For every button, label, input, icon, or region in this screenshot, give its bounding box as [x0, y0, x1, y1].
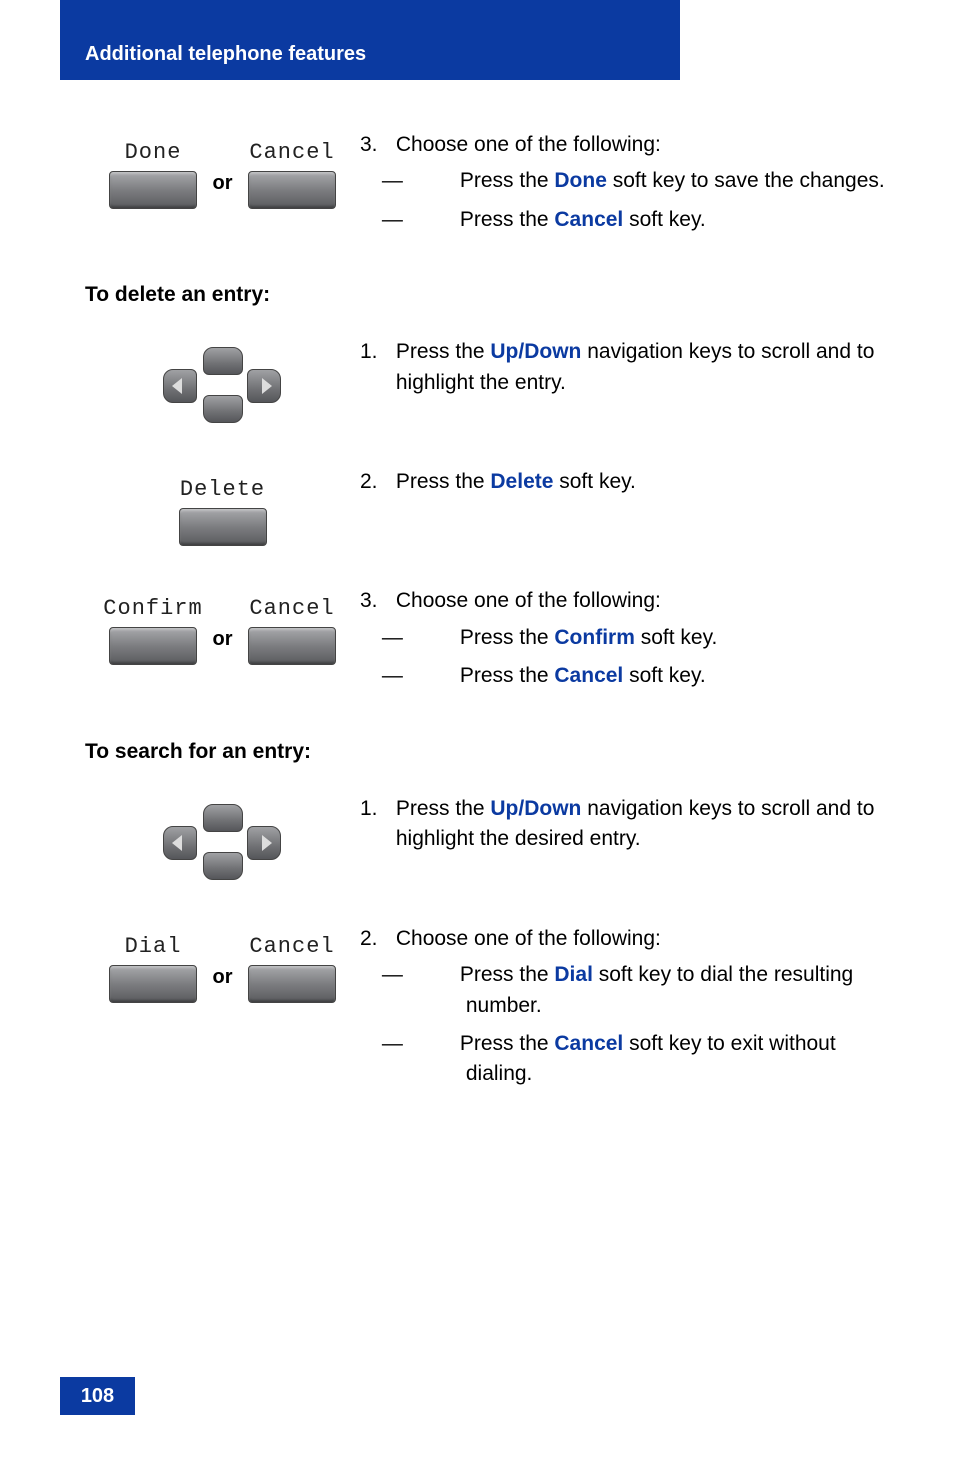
or-label: or [213, 948, 233, 989]
nav-up-icon [203, 347, 243, 375]
step-text: 1. Press the Up/Down navigation keys to … [360, 794, 885, 855]
content-area: Done or Cancel 3. Choose one of the foll… [85, 130, 885, 1138]
step-number: 2. [360, 924, 390, 954]
header-bar: Additional telephone features [60, 0, 680, 80]
nav-keys-icon [163, 347, 283, 427]
sub-item: —Press the Cancel soft key. [424, 205, 885, 235]
highlight-cancel: Cancel [554, 1032, 623, 1055]
cancel-softkey-button-icon [248, 627, 336, 665]
cancel-softkey-label: Cancel [249, 140, 334, 165]
step-row: 1. Press the Up/Down navigation keys to … [85, 794, 885, 884]
step-body: Choose one of the following: —Press the … [396, 130, 885, 243]
nav-up-icon [203, 804, 243, 832]
left-graphic: Dial or Cancel [85, 924, 360, 1003]
step-number: 2. [360, 467, 390, 497]
manual-page: Additional telephone features Done or Ca… [0, 0, 954, 1475]
highlight-done: Done [554, 169, 607, 192]
delete-softkey-label: Delete [180, 477, 265, 502]
section-title-search: To search for an entry: [85, 740, 885, 764]
step-intro: Choose one of the following: [396, 133, 661, 156]
sub-item: —Press the Done soft key to save the cha… [424, 166, 885, 196]
step-row: Dial or Cancel 2. Choose one of the foll… [85, 924, 885, 1098]
nav-left-icon [163, 369, 197, 403]
step-number: 1. [360, 794, 390, 824]
highlight- cancel: Cancel [554, 664, 623, 687]
page-number: 108 [60, 1377, 135, 1415]
left-graphic [85, 337, 360, 427]
step-body: Press the Up/Down navigation keys to scr… [396, 794, 885, 855]
step-intro: Choose one of the following: [396, 589, 661, 612]
highlight-cancel: Cancel [554, 208, 623, 231]
dial-softkey: Dial [106, 934, 201, 1003]
dial-softkey-label: Dial [125, 934, 182, 959]
step-body: Choose one of the following: —Press the … [396, 586, 885, 699]
cancel-softkey-button-icon [248, 965, 336, 1003]
step-text: 3. Choose one of the following: —Press t… [360, 130, 885, 243]
step-row: Confirm or Cancel 3. Choose one of the f… [85, 586, 885, 699]
step-body: Choose one of the following: —Press the … [396, 924, 885, 1098]
confirm-softkey: Confirm [106, 596, 201, 665]
cancel-softkey: Cancel [245, 140, 340, 209]
left-graphic: Confirm or Cancel [85, 586, 360, 665]
sub-list: —Press the Done soft key to save the cha… [396, 166, 885, 235]
left-graphic: Done or Cancel [85, 130, 360, 209]
step-row: Delete 2. Press the Delete soft key. [85, 467, 885, 546]
delete-softkey-button-icon [179, 508, 267, 546]
left-graphic [85, 794, 360, 884]
sub-list: —Press the Confirm soft key. —Press the … [396, 623, 885, 692]
cancel-softkey: Cancel [245, 934, 340, 1003]
left-graphic: Delete [85, 467, 360, 546]
confirm-softkey-label: Confirm [103, 596, 202, 621]
dial-softkey-button-icon [109, 965, 197, 1003]
highlight-delete: Delete [490, 470, 553, 493]
softkey-group-dial-cancel: Dial or Cancel [106, 934, 340, 1003]
done-softkey-button-icon [109, 171, 197, 209]
step-intro: Choose one of the following: [396, 927, 661, 950]
nav-down-icon [203, 395, 243, 423]
nav-down-icon [203, 852, 243, 880]
softkey-group-done-cancel: Done or Cancel [106, 140, 340, 209]
step-number: 3. [360, 130, 390, 160]
cancel-softkey-label: Cancel [249, 934, 334, 959]
nav-keys-icon [163, 804, 283, 884]
nav-right-icon [247, 826, 281, 860]
sub-list: —Press the Dial soft key to dial the res… [396, 960, 885, 1090]
step-text: 2. Press the Delete soft key. [360, 467, 885, 497]
step-text: 2. Choose one of the following: —Press t… [360, 924, 885, 1098]
step-body: Press the Up/Down navigation keys to scr… [396, 337, 885, 398]
highlight-dial: Dial [554, 963, 593, 986]
or-label: or [213, 610, 233, 651]
highlight-updown: Up/Down [490, 797, 581, 820]
sub-item: —Press the Cancel soft key to exit witho… [424, 1029, 885, 1090]
nav-right-icon [247, 369, 281, 403]
cancel-softkey: Cancel [245, 596, 340, 665]
step-number: 1. [360, 337, 390, 367]
done-softkey-label: Done [125, 140, 182, 165]
nav-left-icon [163, 826, 197, 860]
sub-item: —Press the Cancel soft key. [424, 661, 885, 691]
highlight-confirm: Confirm [554, 626, 635, 649]
sub-item: —Press the Dial soft key to dial the res… [424, 960, 885, 1021]
done-softkey: Done [106, 140, 201, 209]
section-title-delete: To delete an entry: [85, 283, 885, 307]
step-body: Press the Delete soft key. [396, 467, 885, 497]
step-text: 3. Choose one of the following: —Press t… [360, 586, 885, 699]
step-row: 1. Press the Up/Down navigation keys to … [85, 337, 885, 427]
step-text: 1. Press the Up/Down navigation keys to … [360, 337, 885, 398]
highlight-updown: Up/Down [490, 340, 581, 363]
step-number: 3. [360, 586, 390, 616]
or-label: or [213, 154, 233, 195]
softkey-group-confirm-cancel: Confirm or Cancel [106, 596, 340, 665]
confirm-softkey-button-icon [109, 627, 197, 665]
cancel-softkey-label: Cancel [249, 596, 334, 621]
sub-item: —Press the Confirm soft key. [424, 623, 885, 653]
header-title: Additional telephone features [85, 43, 366, 66]
delete-softkey: Delete [175, 477, 270, 546]
cancel-softkey-button-icon [248, 171, 336, 209]
step-row: Done or Cancel 3. Choose one of the foll… [85, 130, 885, 243]
